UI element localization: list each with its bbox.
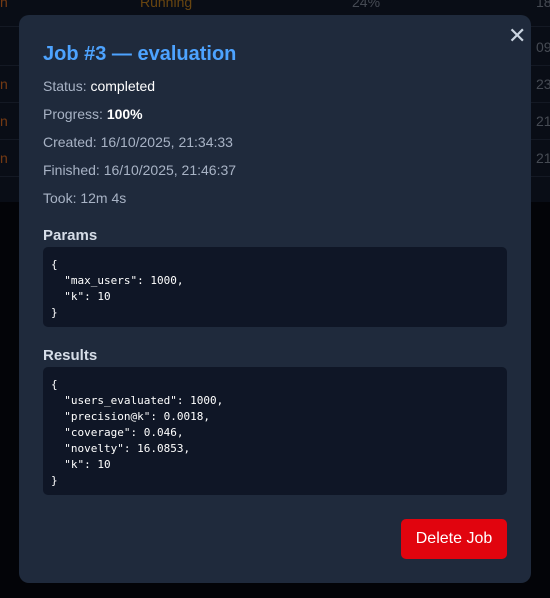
results-code-block: { "users_evaluated": 1000, "precision@k"… xyxy=(43,367,507,495)
took-label: Took: xyxy=(43,190,77,206)
results-heading: Results xyxy=(43,347,98,364)
close-icon[interactable]: ✕ xyxy=(508,25,526,47)
created-line: Created: 16/10/2025, 21:34:33 xyxy=(43,132,233,152)
created-label: Created: xyxy=(43,134,97,150)
progress-label: Progress: xyxy=(43,106,103,122)
delete-job-button[interactable]: Delete Job xyxy=(401,519,507,559)
progress-line: Progress: 100% xyxy=(43,104,143,124)
finished-value: 16/10/2025, 21:46:37 xyxy=(103,162,237,178)
created-value: 16/10/2025, 21:34:33 xyxy=(100,134,233,150)
status-line: Status: completed xyxy=(43,76,155,96)
status-label: Status: xyxy=(43,78,87,94)
status-value: completed xyxy=(90,78,156,94)
modal-title: Job #3 — evaluation xyxy=(43,43,237,65)
finished-line: Finished: 16/10/2025, 21:46:37 xyxy=(43,160,236,180)
duration-line: Took: 12m 4s xyxy=(43,188,126,208)
job-details-modal: ✕ Job #3 — evaluation Status: completed … xyxy=(19,15,531,583)
params-heading: Params xyxy=(43,227,98,244)
finished-label: Finished: xyxy=(43,162,100,178)
progress-value: 100% xyxy=(106,106,143,122)
took-value: 12m 4s xyxy=(80,190,127,206)
params-code-block: { "max_users": 1000, "k": 10 } xyxy=(43,247,507,327)
